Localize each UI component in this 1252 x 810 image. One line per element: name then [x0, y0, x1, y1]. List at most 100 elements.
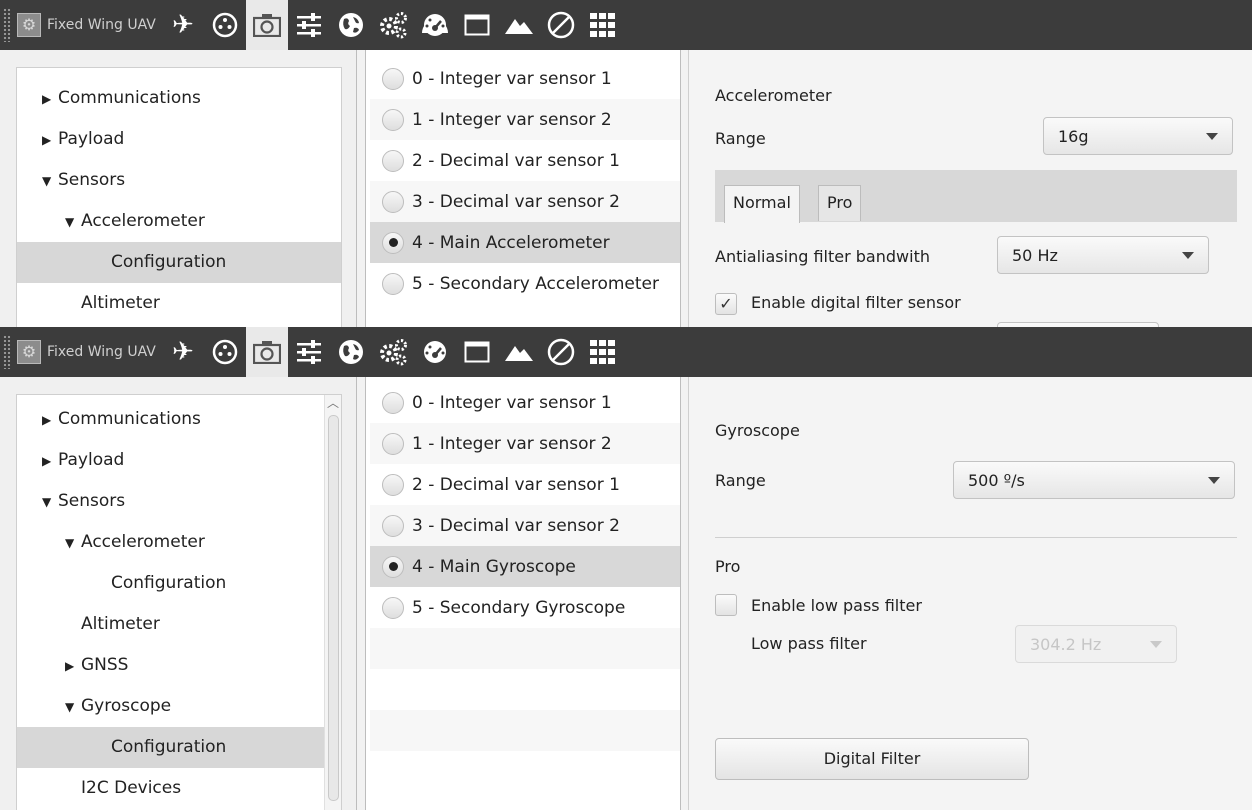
window-icon[interactable]	[456, 0, 498, 50]
range-label: Range	[715, 471, 766, 490]
tree-item-altimeter[interactable]: Altimeter	[17, 604, 341, 645]
list-item[interactable]: 3 - Decimal var sensor 2	[370, 181, 680, 222]
tree-splitter[interactable]	[356, 377, 366, 810]
list-row-empty	[370, 669, 680, 710]
low-pass-checkbox[interactable]	[715, 594, 737, 616]
tree-item-gnss[interactable]: ▶ GNSS	[17, 645, 341, 686]
expand-arrow-icon[interactable]: ▶	[42, 400, 58, 441]
list-item[interactable]: 2 - Decimal var sensor 1	[370, 464, 680, 505]
tree-item-i2c-devices[interactable]: I2C Devices	[17, 768, 341, 809]
app-title: Fixed Wing UAV	[47, 344, 156, 360]
radio-button-selected[interactable]	[382, 555, 404, 578]
toolbar-grip[interactable]	[3, 335, 11, 369]
expand-arrow-icon[interactable]: ▶	[42, 441, 58, 482]
list-item[interactable]: 0 - Integer var sensor 1	[370, 382, 680, 423]
gears-icon[interactable]	[372, 327, 414, 377]
airplane-icon[interactable]: ✈	[162, 327, 204, 377]
tree-item-gyroscope[interactable]: ▼ Gyroscope	[17, 686, 341, 727]
tree-item-communications[interactable]: ▶ Communications	[17, 78, 341, 119]
mountain-icon[interactable]	[498, 0, 540, 50]
gyroscope-config-screen: ⚙ Fixed Wing UAV ✈ ▶ Communications ▶ Pa…	[0, 327, 1252, 810]
navigation-tree: ▶ Communications ▶ Payload ▼ Sensors ▼ Accel…	[16, 394, 342, 810]
tree-item-sensors[interactable]: ▼ Sensors	[17, 481, 341, 522]
section-title: Accelerometer	[715, 86, 832, 105]
toolbar-grip[interactable]	[3, 8, 11, 42]
collapse-arrow-icon[interactable]: ▼	[65, 202, 81, 243]
tree-item-payload[interactable]: ▶ Payload	[17, 119, 341, 160]
digital-filter-checkbox[interactable]: ✓	[715, 293, 737, 315]
radio-button[interactable]	[382, 473, 404, 496]
grid-icon[interactable]	[582, 0, 624, 50]
airplane-icon[interactable]: ✈	[162, 0, 204, 50]
list-item[interactable]: 2 - Decimal var sensor 1	[370, 140, 680, 181]
tree-item-gyroscope-configuration[interactable]: Configuration	[17, 727, 341, 768]
antialiasing-dropdown[interactable]: 50 Hz	[997, 236, 1209, 274]
low-pass-dropdown[interactable]: 304.2 Hz	[1015, 625, 1177, 663]
radio-button[interactable]	[382, 596, 404, 619]
radio-button[interactable]	[382, 432, 404, 455]
radio-button[interactable]	[382, 272, 404, 295]
list-item[interactable]: 0 - Integer var sensor 1	[370, 58, 680, 99]
radio-button[interactable]	[382, 149, 404, 172]
tree-item-configuration[interactable]: Configuration	[17, 242, 341, 283]
range-dropdown[interactable]: 16g	[1043, 117, 1233, 155]
tree-item-accelerometer-configuration[interactable]: Configuration	[17, 563, 341, 604]
digital-filter-button[interactable]: Digital Filter	[715, 738, 1029, 780]
sliders-icon[interactable]	[288, 0, 330, 50]
gears-icon[interactable]	[372, 0, 414, 50]
radio-button[interactable]	[382, 391, 404, 414]
expand-arrow-icon[interactable]: ▶	[42, 79, 58, 120]
radio-button[interactable]	[382, 108, 404, 131]
section-title: Gyroscope	[715, 421, 800, 440]
globe-icon[interactable]	[330, 327, 372, 377]
tree-scrollbar[interactable]: ︿	[324, 395, 341, 810]
prohibited-icon[interactable]	[540, 0, 582, 50]
radio-button-selected[interactable]	[382, 231, 404, 254]
radio-button[interactable]	[382, 190, 404, 213]
camera-icon[interactable]	[245, 0, 288, 50]
tab-bar: Normal Pro	[715, 170, 1237, 223]
gauge-icon[interactable]	[414, 327, 456, 377]
globe-icon[interactable]	[330, 0, 372, 50]
collapse-arrow-icon[interactable]: ▼	[65, 687, 81, 728]
prohibited-icon[interactable]	[540, 327, 582, 377]
list-item[interactable]: 1 - Integer var sensor 2	[370, 99, 680, 140]
list-row-empty	[370, 628, 680, 669]
collapse-arrow-icon[interactable]: ▼	[65, 523, 81, 564]
list-item[interactable]: 5 - Secondary Accelerometer	[370, 263, 680, 304]
radio-button[interactable]	[382, 514, 404, 537]
joystick-icon[interactable]	[204, 327, 246, 377]
app-logo-icon: ⚙	[17, 13, 41, 37]
scroll-up-icon[interactable]: ︿	[325, 395, 341, 411]
list-item-selected[interactable]: 4 - Main Gyroscope	[370, 546, 680, 587]
list-item[interactable]: 3 - Decimal var sensor 2	[370, 505, 680, 546]
tree-item-sensors[interactable]: ▼ Sensors	[17, 160, 341, 201]
joystick-icon[interactable]	[204, 0, 246, 50]
chevron-down-icon	[1208, 477, 1220, 484]
tree-item-payload[interactable]: ▶ Payload	[17, 440, 341, 481]
tree-splitter[interactable]	[356, 50, 366, 327]
tree-item-altimeter[interactable]: Altimeter	[17, 283, 341, 324]
window-icon[interactable]	[456, 327, 498, 377]
tab-pro[interactable]: Pro	[818, 185, 862, 221]
tree-item-communications[interactable]: ▶ Communications	[17, 399, 341, 440]
grid-icon[interactable]	[582, 327, 624, 377]
expand-arrow-icon[interactable]: ▶	[42, 120, 58, 161]
toolbar: ⚙ Fixed Wing UAV ✈	[0, 327, 1252, 377]
tree-item-accelerometer[interactable]: ▼ Accelerometer	[17, 522, 341, 563]
expand-arrow-icon[interactable]: ▶	[65, 646, 81, 687]
list-item-selected[interactable]: 4 - Main Accelerometer	[370, 222, 680, 263]
collapse-arrow-icon[interactable]: ▼	[42, 482, 58, 523]
tab-normal[interactable]: Normal	[724, 185, 800, 223]
mountain-icon[interactable]	[498, 327, 540, 377]
sliders-icon[interactable]	[288, 327, 330, 377]
camera-icon[interactable]	[245, 327, 288, 377]
list-item[interactable]: 5 - Secondary Gyroscope	[370, 587, 680, 628]
gauge-icon[interactable]	[414, 0, 456, 50]
collapse-arrow-icon[interactable]: ▼	[42, 161, 58, 202]
list-item[interactable]: 1 - Integer var sensor 2	[370, 423, 680, 464]
radio-button[interactable]	[382, 67, 404, 90]
range-dropdown[interactable]: 500 º/s	[953, 461, 1235, 499]
tree-item-accelerometer[interactable]: ▼ Accelerometer	[17, 201, 341, 242]
scroll-thumb[interactable]	[328, 415, 339, 801]
